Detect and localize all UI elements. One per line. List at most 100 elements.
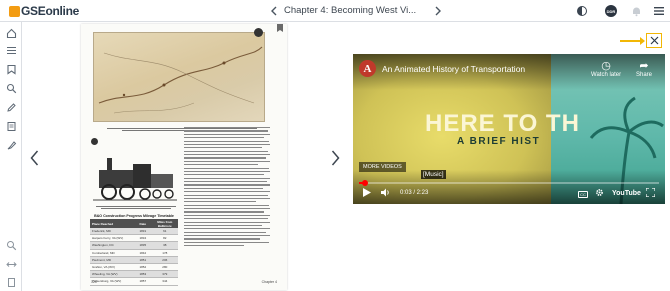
contrast-toggle-button[interactable] — [576, 5, 588, 17]
single-page-icon — [7, 277, 15, 287]
cell-place: Frederick, MD — [92, 229, 111, 234]
cc-icon: CC — [580, 192, 586, 197]
page-number: 120 — [91, 280, 97, 284]
contrast-icon — [577, 6, 587, 16]
channel-avatar[interactable]: A — [359, 60, 376, 77]
sidebar-item-home[interactable] — [5, 27, 17, 39]
table-title: B&O Construction Progress Mileage Timeta… — [94, 214, 174, 218]
sidebar-item-search[interactable] — [5, 82, 17, 94]
share-button[interactable]: ➦ Share — [636, 60, 652, 78]
cell-miles: 38 — [163, 243, 167, 248]
cell-miles: 280 — [162, 265, 168, 270]
chevron-right-icon — [331, 150, 339, 166]
progress-bar[interactable] — [359, 182, 659, 184]
table-row: Grafton, VA (WV) 1852 280 — [90, 264, 178, 272]
sidebar-item-contents[interactable] — [5, 44, 17, 56]
next-page-button[interactable] — [328, 146, 342, 170]
page-bookmark-icon[interactable] — [277, 24, 283, 32]
chevron-left-icon — [271, 6, 277, 16]
sidebar-item-zoom[interactable] — [5, 239, 17, 251]
video-player[interactable]: A An Animated History of Transportation … — [353, 54, 665, 204]
youtube-logo[interactable]: YouTube — [612, 190, 641, 197]
volume-icon — [381, 188, 389, 197]
fit-width-icon — [5, 261, 17, 267]
more-videos-button[interactable]: MORE VIDEOS — [359, 162, 406, 172]
highlighter-icon — [7, 140, 16, 149]
cell-date: 1852 — [139, 265, 147, 270]
sidebar-item-single-page[interactable] — [5, 276, 17, 288]
play-button[interactable] — [363, 188, 371, 197]
table-row: Harpers Ferry, VA (WV) 1834 82 — [90, 235, 178, 243]
sidebar — [0, 22, 22, 291]
media-badge-icon[interactable] — [254, 28, 263, 37]
watch-later-button[interactable]: ◷ Watch later — [591, 60, 621, 78]
cell-miles: 178 — [162, 250, 168, 255]
annotation-arrow-icon — [620, 37, 645, 45]
table-header-date: Date — [139, 221, 147, 226]
sidebar-item-highlight[interactable] — [5, 139, 17, 151]
cell-place: Piedmont, MD — [92, 257, 112, 262]
table-header: Place Reached Date Miles from Baltimore — [90, 219, 178, 228]
table-header-miles: Miles from Baltimore — [157, 219, 173, 228]
sidebar-item-bookmarks[interactable] — [5, 63, 17, 75]
next-chapter-button[interactable] — [430, 3, 446, 19]
watch-later-label: Watch later — [591, 72, 622, 78]
share-icon: ➦ — [639, 60, 649, 72]
prev-chapter-button[interactable] — [266, 3, 282, 19]
search-icon — [6, 83, 16, 93]
cell-miles: 206 — [162, 257, 168, 262]
top-bar: GSEonline Chapter 4: Becoming West Vi...… — [0, 0, 670, 22]
cell-date: 1851 — [139, 257, 147, 262]
audio-badge-icon[interactable] — [91, 138, 98, 145]
chapter-title[interactable]: Chapter 4: Becoming West Vi... — [284, 5, 416, 16]
sidebar-item-notes[interactable] — [5, 120, 17, 132]
locomotive-illustration — [93, 158, 177, 201]
video-frame-subtitle: A BRIEF HIST — [457, 136, 541, 147]
cell-date: 1842 — [139, 250, 147, 255]
logo-text: GSEonline — [21, 4, 79, 18]
notifications-button[interactable] — [630, 5, 642, 17]
cell-date: 1853 — [139, 272, 147, 277]
user-avatar-button[interactable]: DDR — [605, 5, 617, 17]
zoom-icon — [6, 240, 16, 250]
table-row: Cumberland, MD 1842 178 — [90, 250, 178, 257]
cell-place: Wheeling, VA (WV) — [92, 272, 118, 277]
gse-logo[interactable]: GSEonline — [9, 4, 79, 18]
logo-mark-icon — [9, 5, 20, 17]
cell-place: Grafton, VA (WV) — [92, 265, 115, 270]
menu-button[interactable] — [653, 5, 665, 17]
sidebar-item-draw[interactable] — [5, 101, 17, 113]
chevron-right-icon — [435, 6, 441, 16]
prev-page-button[interactable] — [27, 146, 41, 170]
volume-button[interactable] — [381, 188, 391, 197]
settings-button[interactable] — [595, 188, 604, 197]
chevron-left-icon — [30, 150, 38, 166]
play-icon — [363, 188, 371, 197]
cell-date: 1834 — [139, 236, 147, 241]
table-header-place: Place Reached — [92, 221, 114, 226]
table-row: Washington, DC 1835 38 — [90, 242, 178, 250]
cell-date: 1831 — [139, 229, 147, 234]
sidebar-item-fit-width[interactable] — [5, 258, 17, 270]
bell-icon — [632, 7, 640, 16]
railroad-map-icon — [98, 46, 263, 114]
app: GSEonline Chapter 4: Becoming West Vi...… — [0, 0, 670, 291]
mileage-table: B&O Construction Progress Mileage Timeta… — [90, 214, 178, 286]
close-video-button[interactable] — [646, 33, 662, 48]
video-frame-title: HERE TO TH — [425, 110, 580, 137]
fullscreen-button[interactable] — [646, 188, 655, 197]
pencil-icon — [6, 102, 16, 112]
clock-icon: ◷ — [601, 60, 611, 72]
cell-place: Harpers Ferry, VA (WV) — [92, 236, 124, 241]
video-title[interactable]: An Animated History of Transportation — [382, 64, 525, 74]
list-icon — [6, 46, 16, 54]
table-row: Frederick, MD 1831 61 — [90, 228, 178, 236]
progress-handle[interactable] — [362, 180, 368, 186]
avatar: DDR — [605, 5, 617, 17]
time-display: 0:03 / 2:23 — [400, 190, 429, 196]
locomotive-caption — [93, 205, 179, 211]
captions-button[interactable]: CC — [578, 191, 588, 198]
cell-place: Cumberland, MD — [92, 250, 115, 255]
caption-text: [Music] — [421, 170, 446, 179]
cell-date: 1857 — [139, 279, 147, 284]
